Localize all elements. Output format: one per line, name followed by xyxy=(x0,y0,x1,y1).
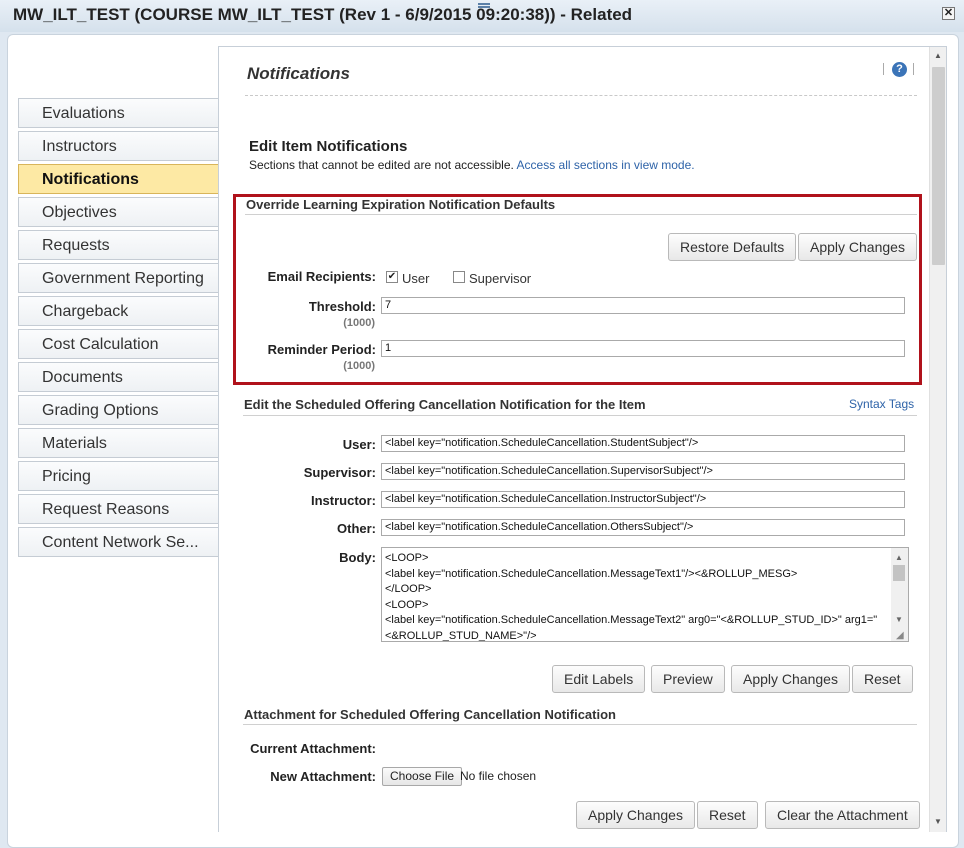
scroll-down-icon[interactable]: ▼ xyxy=(934,817,942,826)
body-line: <&ROLLUP_STUD_NAME>"/> xyxy=(385,629,537,642)
reset-button[interactable]: Reset xyxy=(697,801,758,829)
edit-note: Sections that cannot be edited are not a… xyxy=(249,158,695,172)
resize-grip-icon[interactable]: ◢ xyxy=(896,628,904,641)
sidebar-item-cost-calculation[interactable]: Cost Calculation xyxy=(18,329,218,359)
body-scroll-thumb[interactable] xyxy=(893,565,905,581)
body-line: <label key="notification.ScheduleCancell… xyxy=(385,567,798,580)
supervisor-subject-label: Supervisor: xyxy=(303,465,376,480)
body-line: </LOOP> xyxy=(385,583,432,595)
body-line: <label key="notification.ScheduleCancell… xyxy=(385,614,878,626)
body-scrollbar[interactable]: ▲ ▼ ◢ xyxy=(891,548,908,641)
supervisor-subject-input[interactable]: <label key="notification.ScheduleCancell… xyxy=(381,463,905,480)
clear-attachment-button[interactable]: Clear the Attachment xyxy=(765,801,920,829)
email-recipients-label: Email Recipients: xyxy=(267,269,376,284)
sidebar-item-materials[interactable]: Materials xyxy=(18,428,218,458)
apply-changes-button[interactable]: Apply Changes xyxy=(576,801,695,829)
body-line: <LOOP> xyxy=(385,598,429,611)
threshold-hint: (1000) xyxy=(343,317,375,329)
edit-labels-button[interactable]: Edit Labels xyxy=(552,665,646,693)
threshold-label: Threshold: xyxy=(308,299,376,314)
sidebar-nav: Evaluations Instructors Notifications Objec… xyxy=(18,98,233,560)
sidebar-item-chargeback[interactable]: Chargeback xyxy=(18,296,218,326)
sidebar-item-evaluations[interactable]: Evaluations xyxy=(18,98,218,128)
body-textarea[interactable]: <LOOP> <label key="notification.Schedule… xyxy=(381,547,909,642)
edit-note-text: Sections that cannot be edited are not a… xyxy=(249,158,514,172)
sidebar-item-pricing[interactable]: Pricing xyxy=(18,461,218,491)
window-titlebar: MW_ILT_TEST (COURSE MW_ILT_TEST (Rev 1 -… xyxy=(0,0,964,32)
supervisor-checkbox[interactable] xyxy=(453,271,465,283)
reminder-period-label: Reminder Period: xyxy=(267,342,376,357)
sidebar-item-grading-options[interactable]: Grading Options xyxy=(18,395,218,425)
scroll-up-icon[interactable]: ▲ xyxy=(934,51,942,60)
attachment-heading: Attachment for Scheduled Offering Cancel… xyxy=(244,707,616,722)
reset-button[interactable]: Reset xyxy=(852,665,913,693)
panel-scroll-thumb[interactable] xyxy=(932,67,945,265)
cancellation-heading: Edit the Scheduled Offering Cancellation… xyxy=(244,397,646,412)
sidebar-item-notifications[interactable]: Notifications xyxy=(18,164,233,194)
body-label: Body: xyxy=(339,550,376,565)
view-mode-link[interactable]: Access all sections in view mode. xyxy=(517,158,695,172)
body-line: <LOOP> xyxy=(385,552,429,564)
apply-changes-button[interactable]: Apply Changes xyxy=(731,665,850,693)
scroll-up-icon[interactable]: ▲ xyxy=(895,550,903,566)
sidebar-item-request-reasons[interactable]: Request Reasons xyxy=(18,494,218,524)
sidebar-item-documents[interactable]: Documents xyxy=(18,362,218,392)
current-attachment-label: Current Attachment: xyxy=(250,741,376,756)
threshold-input[interactable]: 7 xyxy=(381,297,905,314)
divider xyxy=(245,214,917,215)
window-title: MW_ILT_TEST (COURSE MW_ILT_TEST (Rev 1 -… xyxy=(13,5,633,24)
title-separator xyxy=(245,95,917,96)
instructor-subject-input[interactable]: <label key="notification.ScheduleCancell… xyxy=(381,491,905,508)
sidebar-item-instructors[interactable]: Instructors xyxy=(18,131,218,161)
user-checkbox-label: User xyxy=(402,271,430,286)
override-heading: Override Learning Expiration Notificatio… xyxy=(246,197,556,212)
sidebar-item-content-network-se[interactable]: Content Network Se... xyxy=(18,527,218,557)
sidebar-item-government-reporting[interactable]: Government Reporting xyxy=(18,263,218,293)
drag-handle-icon[interactable] xyxy=(478,3,490,8)
apply-changes-button[interactable]: Apply Changes xyxy=(798,233,917,261)
no-file-text: No file chosen xyxy=(460,769,537,783)
other-subject-input[interactable]: <label key="notification.ScheduleCancell… xyxy=(381,519,905,536)
supervisor-checkbox-label: Supervisor xyxy=(469,271,532,286)
user-subject-label: User: xyxy=(342,437,376,452)
edit-heading: Edit Item Notifications xyxy=(249,138,408,155)
divider xyxy=(883,63,884,75)
restore-defaults-button[interactable]: Restore Defaults xyxy=(668,233,797,261)
choose-file-button[interactable]: Choose File xyxy=(382,767,463,786)
reminder-period-input[interactable]: 1 xyxy=(381,340,905,357)
new-attachment-label: New Attachment: xyxy=(270,769,376,784)
instructor-subject-label: Instructor: xyxy=(311,493,376,508)
other-subject-label: Other: xyxy=(337,521,376,536)
notifications-panel: Notifications ? Edit Item Notifications … xyxy=(218,46,947,832)
syntax-tags-link[interactable]: Syntax Tags xyxy=(849,397,914,411)
scroll-down-icon[interactable]: ▼ xyxy=(895,612,903,628)
user-checkbox[interactable]: ✔ xyxy=(386,271,398,283)
reminder-period-hint: (1000) xyxy=(343,360,375,372)
preview-button[interactable]: Preview xyxy=(651,665,725,693)
panel-scrollbar[interactable]: ▲ ▼ xyxy=(929,47,946,832)
sidebar-item-objectives[interactable]: Objectives xyxy=(18,197,218,227)
page-title: Notifications xyxy=(247,64,350,83)
divider xyxy=(243,415,917,416)
sidebar-item-requests[interactable]: Requests xyxy=(18,230,218,260)
user-subject-input[interactable]: <label key="notification.ScheduleCancell… xyxy=(381,435,905,452)
divider xyxy=(913,63,914,75)
help-icon[interactable]: ? xyxy=(892,62,907,77)
divider xyxy=(243,724,917,725)
close-button[interactable]: ✕ xyxy=(942,7,955,20)
